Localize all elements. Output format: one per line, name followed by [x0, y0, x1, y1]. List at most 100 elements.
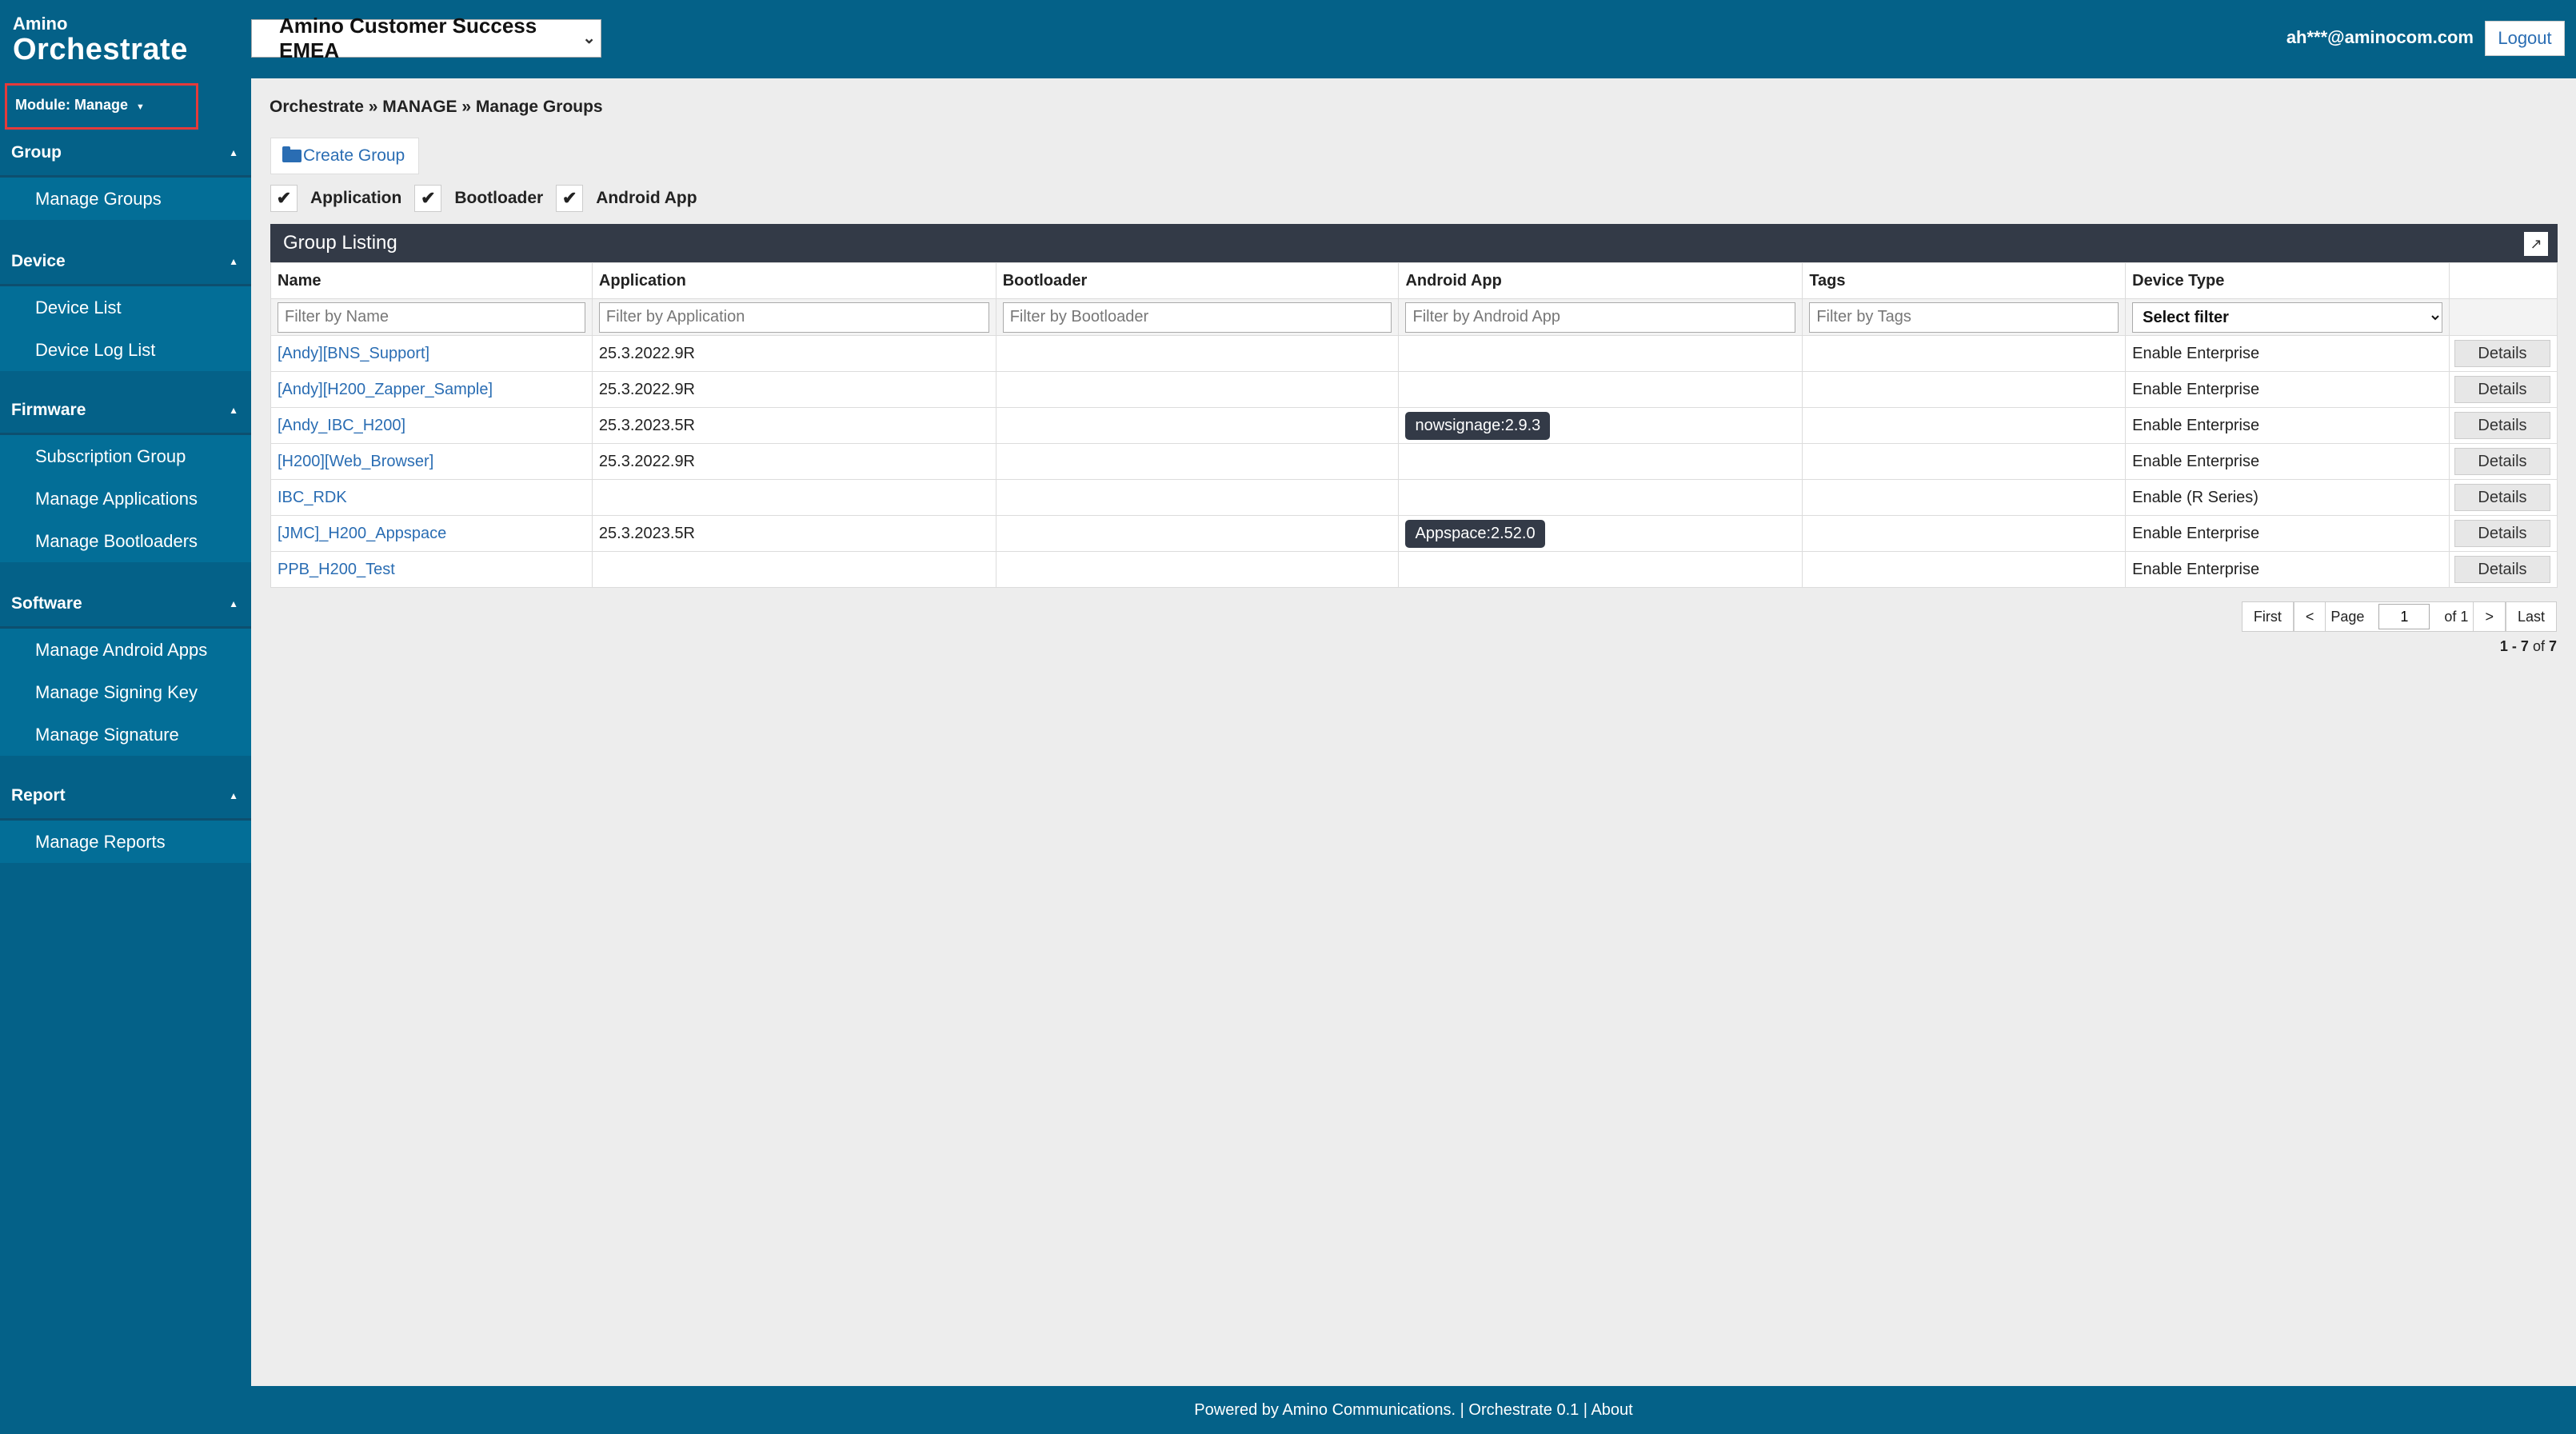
- group-name-link[interactable]: [H200][Web_Browser]: [278, 453, 433, 470]
- chevron-down-icon: ⌄: [582, 30, 596, 47]
- filter-android-app-input[interactable]: [1405, 302, 1796, 333]
- sidebar-item-manage-signing-key[interactable]: Manage Signing Key: [0, 671, 251, 713]
- sidebar-item-manage-groups[interactable]: Manage Groups: [0, 178, 251, 220]
- group-name-link[interactable]: [JMC]_H200_Appspace: [278, 525, 446, 542]
- records-range: 1 - 7: [2499, 638, 2529, 654]
- android-app-badge: Appspace:2.52.0: [1405, 519, 1545, 548]
- group-name-link[interactable]: [Andy][BNS_Support]: [278, 345, 429, 362]
- sidebar-item-manage-reports[interactable]: Manage Reports: [0, 821, 251, 863]
- tags-cell: [1802, 515, 2127, 552]
- page-label: Page: [2326, 601, 2370, 632]
- details-button[interactable]: Details: [2454, 340, 2550, 367]
- group-table: Name Application Bootloader Android App …: [270, 262, 2558, 588]
- filter-application-input[interactable]: [598, 302, 989, 333]
- tags-cell: [1802, 371, 2127, 408]
- column-header-name[interactable]: Name: [270, 262, 593, 299]
- group-name-link[interactable]: [Andy_IBC_H200]: [278, 417, 405, 434]
- sidebar-item-device-log-list[interactable]: Device Log List: [0, 329, 251, 371]
- next-page-button[interactable]: >: [2473, 601, 2506, 632]
- toggle-label: Bootloader: [454, 189, 544, 207]
- records-total: 7: [2548, 638, 2557, 654]
- bootloader-cell: [995, 515, 1400, 552]
- sidebar-section-group: Group ▲ Manage Groups: [0, 130, 251, 220]
- android-app-column-checkbox[interactable]: ✔: [556, 185, 584, 212]
- column-header-actions: [2448, 262, 2558, 299]
- section-header-device[interactable]: Device ▲: [0, 238, 251, 286]
- table-row: [Andy_IBC_H200] 25.3.2023.5R nowsignage:…: [270, 407, 2558, 444]
- bootloader-column-checkbox[interactable]: ✔: [414, 185, 442, 212]
- application-cell: 25.3.2022.9R: [591, 443, 996, 480]
- sidebar-item-manage-android-apps[interactable]: Manage Android Apps: [0, 629, 251, 671]
- column-header-bootloader[interactable]: Bootloader: [995, 262, 1400, 299]
- toggle-label: Application: [310, 189, 402, 207]
- records-count: 1 - 7 of 7: [2500, 638, 2557, 655]
- records-of: of: [2532, 638, 2545, 654]
- page-number-input[interactable]: [2378, 604, 2430, 629]
- column-header-device-type[interactable]: Device Type: [2125, 262, 2450, 299]
- sidebar-section-software: Software ▲ Manage Android Apps Manage Si…: [0, 581, 251, 756]
- tags-cell: [1802, 443, 2127, 480]
- last-page-button[interactable]: Last: [2505, 601, 2557, 632]
- section-header-firmware[interactable]: Firmware ▲: [0, 387, 251, 435]
- tenant-label: Amino Customer Success EMEA: [279, 14, 537, 62]
- sidebar-item-manage-applications[interactable]: Manage Applications: [0, 477, 251, 520]
- tags-cell: [1802, 551, 2127, 588]
- details-button[interactable]: Details: [2454, 448, 2550, 475]
- logout-button[interactable]: Logout: [2485, 21, 2565, 56]
- group-name-link[interactable]: IBC_RDK: [278, 489, 347, 506]
- android-app-cell: [1398, 479, 1803, 516]
- column-header-application[interactable]: Application: [591, 262, 996, 299]
- table-header-row: Name Application Bootloader Android App …: [270, 262, 2558, 299]
- create-group-label: Create Group: [303, 146, 405, 165]
- details-button[interactable]: Details: [2454, 520, 2550, 547]
- bootloader-cell: [995, 479, 1400, 516]
- application-cell: 25.3.2023.5R: [591, 407, 996, 444]
- group-name-link[interactable]: PPB_H200_Test: [278, 561, 395, 578]
- android-app-cell: [1398, 335, 1803, 372]
- pagination: First < Page of 1 > Last: [2241, 601, 2557, 632]
- filter-name-input[interactable]: [278, 302, 585, 333]
- user-email: ah***@aminocom.com: [2286, 27, 2474, 47]
- section-header-software[interactable]: Software ▲: [0, 581, 251, 629]
- details-button[interactable]: Details: [2454, 412, 2550, 439]
- sidebar-item-device-list[interactable]: Device List: [0, 286, 251, 329]
- column-header-android-app[interactable]: Android App: [1398, 262, 1803, 299]
- group-name-link[interactable]: [Andy][H200_Zapper_Sample]: [278, 381, 493, 398]
- details-button[interactable]: Details: [2454, 484, 2550, 511]
- details-button[interactable]: Details: [2454, 556, 2550, 583]
- device-type-cell: Enable Enterprise: [2125, 407, 2450, 444]
- sidebar-item-manage-signature[interactable]: Manage Signature: [0, 713, 251, 756]
- section-header-report[interactable]: Report ▲: [0, 773, 251, 821]
- expand-icon[interactable]: ↗: [2524, 232, 2548, 256]
- caret-down-icon: ▼: [136, 102, 145, 112]
- column-header-tags[interactable]: Tags: [1802, 262, 2127, 299]
- sidebar-section-report: Report ▲ Manage Reports: [0, 773, 251, 863]
- filter-tags-input[interactable]: [1809, 302, 2119, 333]
- sidebar-section-firmware: Firmware ▲ Subscription Group Manage App…: [0, 387, 251, 562]
- sidebar-section-device: Device ▲ Device List Device Log List: [0, 238, 251, 371]
- bootloader-cell: [995, 335, 1400, 372]
- tenant-select[interactable]: Amino Customer Success EMEA ⌄: [251, 14, 601, 62]
- details-button[interactable]: Details: [2454, 376, 2550, 403]
- device-type-filter-select[interactable]: Select filter: [2132, 302, 2442, 333]
- sidebar: Module: Manage ▼ Group ▲ Manage Groups De…: [0, 78, 251, 1434]
- android-app-cell: nowsignage:2.9.3: [1398, 407, 1803, 444]
- table-row: [Andy][H200_Zapper_Sample] 25.3.2022.9R …: [270, 371, 2558, 408]
- create-group-button[interactable]: Create Group: [270, 138, 419, 174]
- prev-page-button[interactable]: <: [2293, 601, 2326, 632]
- sidebar-item-subscription-group[interactable]: Subscription Group: [0, 435, 251, 477]
- first-page-button[interactable]: First: [2241, 601, 2294, 632]
- module-selector[interactable]: Module: Manage ▼: [5, 83, 198, 130]
- application-column-checkbox[interactable]: ✔: [270, 185, 298, 212]
- filter-bootloader-input[interactable]: [1002, 302, 1392, 333]
- device-type-cell: Enable Enterprise: [2125, 335, 2450, 372]
- device-type-cell: Enable (R Series): [2125, 479, 2450, 516]
- logo-big-text: Orchestrate: [13, 33, 188, 66]
- orchestrate-logo[interactable]: Amino Orchestrate: [13, 14, 188, 66]
- page-total: of 1: [2439, 601, 2474, 632]
- sidebar-item-manage-bootloaders[interactable]: Manage Bootloaders: [0, 520, 251, 562]
- caret-up-icon: ▲: [229, 146, 238, 158]
- bootloader-cell: [995, 407, 1400, 444]
- table-row: [Andy][BNS_Support] 25.3.2022.9R Enable …: [270, 335, 2558, 372]
- section-header-group[interactable]: Group ▲: [0, 130, 251, 178]
